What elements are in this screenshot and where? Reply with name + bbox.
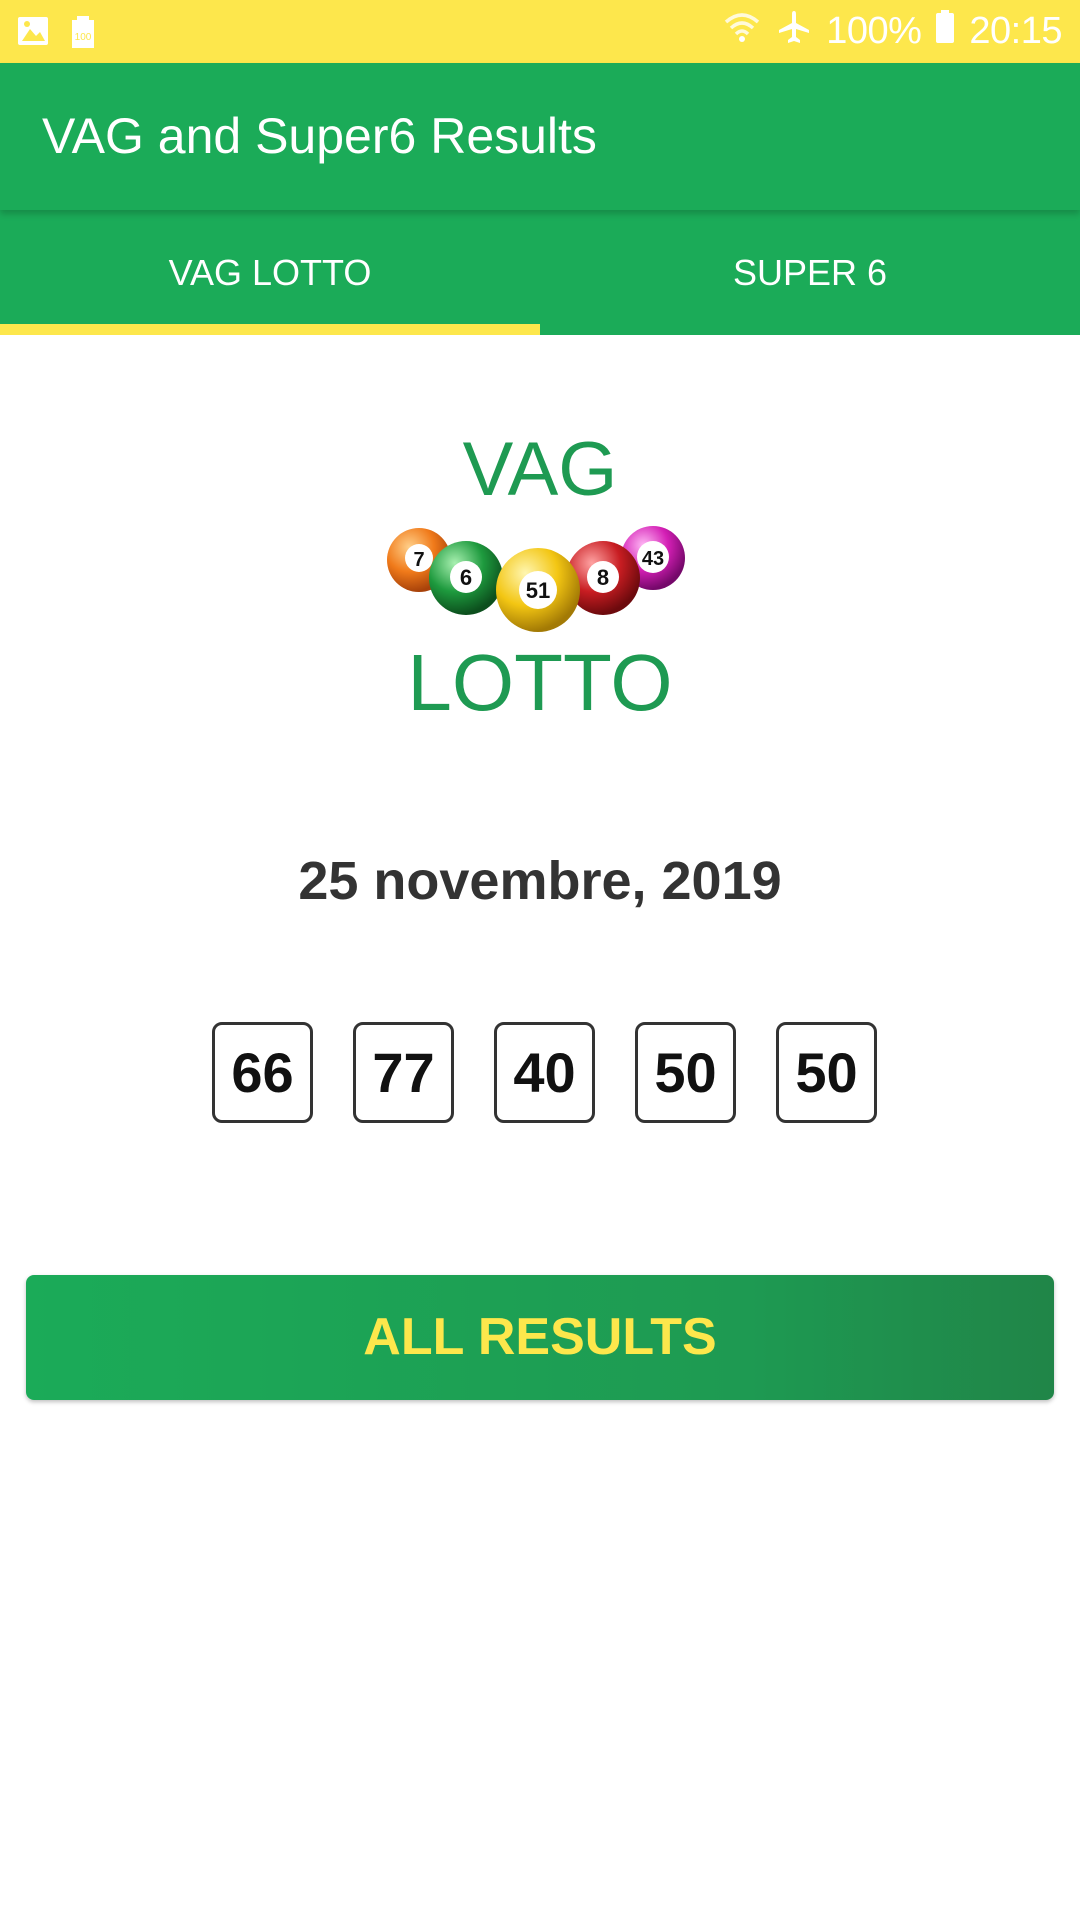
wifi-icon (722, 10, 762, 54)
battery-icon (935, 9, 955, 54)
winning-number: 66 (212, 1022, 313, 1123)
battery-percent: 100% (826, 10, 922, 52)
storage-icon: 100 (70, 14, 96, 55)
logo-bottom-text: LOTTO (407, 638, 672, 727)
active-tab-indicator (0, 324, 540, 335)
status-left-icons: 100 (16, 14, 96, 55)
lotto-ball-number: 51 (526, 578, 550, 603)
tab-bar: VAG LOTTO SUPER 6 (0, 210, 1080, 335)
winning-numbers: 66 77 40 50 50 (212, 1022, 877, 1123)
lotto-ball-number: 43 (642, 548, 664, 570)
logo-top-text: VAG (463, 427, 618, 512)
status-right-icons: 100% 20:15 (722, 0, 1062, 63)
tab-label: VAG LOTTO (168, 252, 372, 293)
tab-label: SUPER 6 (732, 252, 888, 293)
lotto-ball: 6 (429, 541, 503, 615)
status-bar: 100 100% 20:15 (0, 0, 1080, 63)
lotto-ball-number: 6 (460, 565, 472, 590)
tab-vag-lotto[interactable]: VAG LOTTO (0, 210, 540, 335)
winning-number: 50 (776, 1022, 877, 1123)
tab-super-6[interactable]: SUPER 6 (540, 210, 1080, 335)
airplane-mode-icon (776, 9, 812, 55)
all-results-button[interactable]: ALL RESULTS (26, 1275, 1054, 1400)
lotto-ball-number: 8 (597, 565, 609, 590)
app-bar: VAG and Super6 Results (0, 63, 1080, 210)
vag-lotto-logo: VAG 7 43 6 8 51 LOTTO (380, 420, 700, 740)
storage-icon-label: 100 (75, 32, 92, 43)
draw-date: 25 novembre, 2019 (298, 851, 782, 911)
lotto-ball: 51 (496, 548, 580, 632)
lotto-ball-number: 7 (413, 549, 424, 571)
winning-number: 40 (494, 1022, 595, 1123)
app-title: VAG and Super6 Results (42, 108, 597, 164)
clock: 20:15 (969, 10, 1062, 52)
gallery-icon (16, 14, 50, 55)
winning-number: 77 (353, 1022, 454, 1123)
winning-number: 50 (635, 1022, 736, 1123)
